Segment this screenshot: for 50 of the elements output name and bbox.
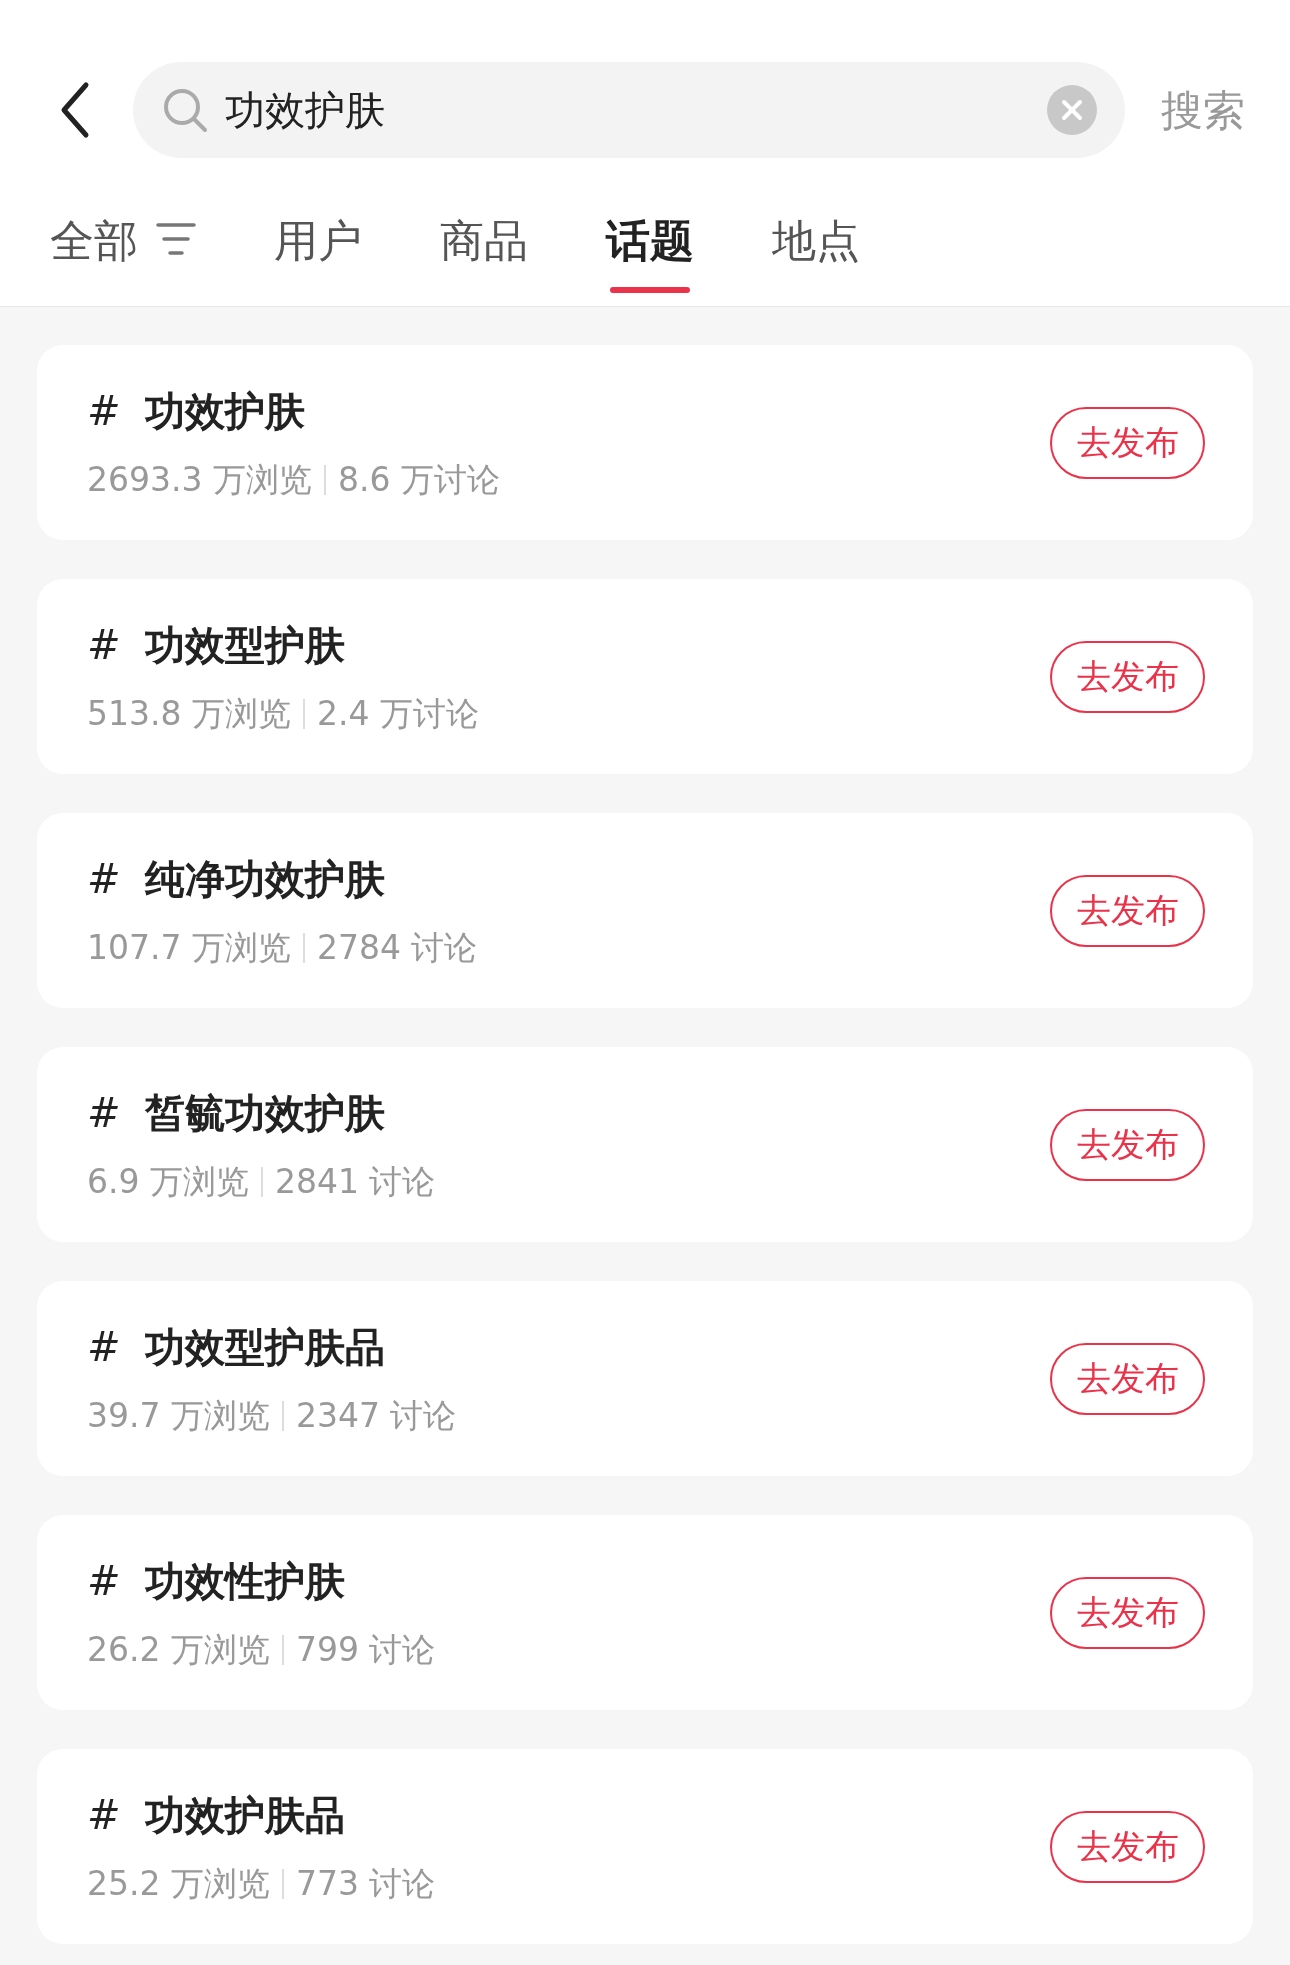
topic-title: 纯净功效护肤 bbox=[145, 854, 385, 904]
topic-card[interactable]: # 功效护肤品 25.2 万浏览 773 讨论 去发布 bbox=[37, 1749, 1253, 1944]
discussion-count: 2841 讨论 bbox=[275, 1160, 436, 1203]
view-count: 513.8 万浏览 bbox=[87, 692, 291, 735]
view-count: 6.9 万浏览 bbox=[87, 1160, 249, 1203]
topic-card[interactable]: # 功效型护肤品 39.7 万浏览 2347 讨论 去发布 bbox=[37, 1281, 1253, 1476]
post-button[interactable]: 去发布 bbox=[1050, 1810, 1205, 1883]
discussion-count: 8.6 万讨论 bbox=[337, 458, 500, 501]
view-count: 107.7 万浏览 bbox=[87, 926, 291, 969]
hash-mark: # bbox=[87, 620, 122, 670]
post-button[interactable]: 去发布 bbox=[1050, 1576, 1205, 1649]
search-field[interactable]: 功效护肤 bbox=[133, 62, 1125, 158]
topic-card[interactable]: # 纯净功效护肤 107.7 万浏览 2784 讨论 去发布 bbox=[37, 813, 1253, 1008]
topic-title: 功效护肤品 bbox=[145, 1790, 345, 1840]
discussion-count: 2347 讨论 bbox=[295, 1394, 457, 1437]
search-icon bbox=[161, 86, 209, 134]
tab[interactable]: 话题 bbox=[606, 208, 694, 293]
topic-title: 功效型护肤品 bbox=[145, 1322, 385, 1372]
search-query: 功效护肤 bbox=[225, 86, 386, 135]
hash-mark: # bbox=[87, 1088, 122, 1138]
hash-mark: # bbox=[87, 1556, 122, 1606]
discussion-count: 773 讨论 bbox=[295, 1862, 436, 1905]
view-count: 26.2 万浏览 bbox=[87, 1628, 270, 1671]
post-button[interactable]: 去发布 bbox=[1050, 1108, 1205, 1181]
topic-card[interactable]: # 功效性护肤 26.2 万浏览 799 讨论 去发布 bbox=[37, 1515, 1253, 1710]
discussion-count: 799 讨论 bbox=[295, 1628, 436, 1671]
topic-title: 功效型护肤 bbox=[145, 620, 345, 670]
topic-card[interactable]: # 功效型护肤 513.8 万浏览 2.4 万讨论 去发布 bbox=[37, 579, 1253, 774]
topic-title: 功效护肤 bbox=[145, 386, 305, 436]
hash-mark: # bbox=[87, 1790, 122, 1840]
tab[interactable]: 商品 bbox=[440, 208, 528, 293]
topic-title: 皙毓功效护肤 bbox=[145, 1088, 385, 1138]
hash-mark: # bbox=[87, 1322, 122, 1372]
post-button[interactable]: 去发布 bbox=[1050, 1342, 1205, 1415]
hash-mark: # bbox=[87, 386, 122, 436]
post-button[interactable]: 去发布 bbox=[1050, 406, 1205, 479]
discussion-count: 2.4 万讨论 bbox=[316, 692, 479, 735]
post-button[interactable]: 去发布 bbox=[1050, 874, 1205, 947]
tab[interactable]: 地点 bbox=[772, 208, 860, 293]
topic-card[interactable]: # 皙毓功效护肤 6.9 万浏览 2841 讨论 去发布 bbox=[37, 1047, 1253, 1242]
view-count: 39.7 万浏览 bbox=[87, 1394, 270, 1437]
view-count: 2693.3 万浏览 bbox=[87, 458, 312, 501]
topic-title: 功效性护肤 bbox=[145, 1556, 345, 1606]
tab[interactable]: 用户 bbox=[274, 208, 362, 293]
hash-mark: # bbox=[87, 854, 122, 904]
post-button[interactable]: 去发布 bbox=[1050, 640, 1205, 713]
discussion-count: 2784 讨论 bbox=[316, 926, 478, 969]
tab[interactable]: 全部 bbox=[50, 208, 196, 293]
view-count: 25.2 万浏览 bbox=[87, 1862, 270, 1905]
topic-card[interactable]: # 功效护肤 2693.3 万浏览 8.6 万讨论 去发布 bbox=[37, 345, 1253, 540]
